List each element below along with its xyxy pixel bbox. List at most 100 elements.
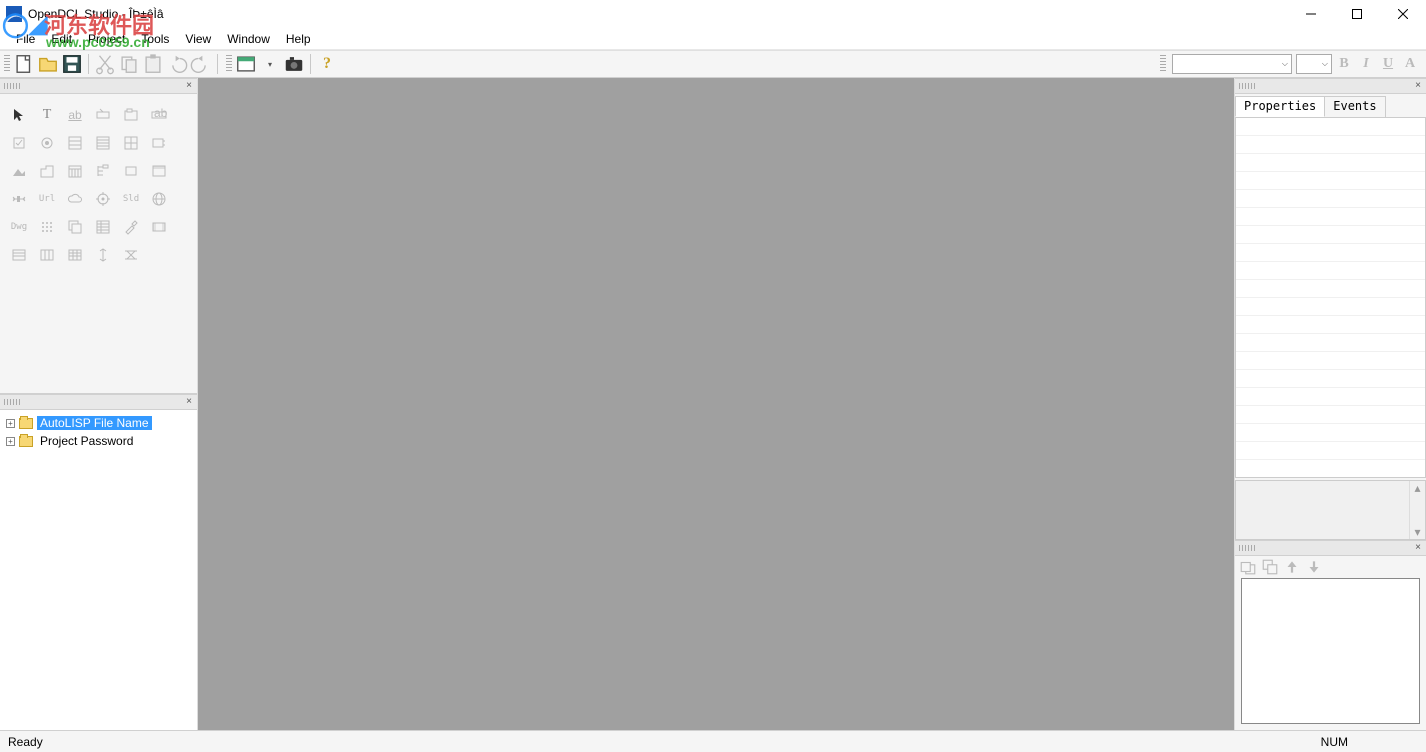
property-row[interactable] xyxy=(1236,370,1425,388)
property-row[interactable] xyxy=(1236,424,1425,442)
tool-hammer[interactable] xyxy=(118,214,144,240)
property-row[interactable] xyxy=(1236,118,1425,136)
tool-text[interactable]: T xyxy=(34,102,60,128)
menu-file[interactable]: File xyxy=(8,30,43,48)
menu-view[interactable]: View xyxy=(177,30,219,48)
tree-close-button[interactable]: × xyxy=(183,397,195,407)
help-button[interactable]: ? xyxy=(316,53,338,75)
tool-grid[interactable] xyxy=(118,130,144,156)
tool-align-v[interactable] xyxy=(90,242,116,268)
tool-calendar[interactable] xyxy=(62,158,88,184)
menu-edit[interactable]: Edit xyxy=(43,30,80,48)
menu-window[interactable]: Window xyxy=(219,30,278,48)
tool-tab[interactable] xyxy=(34,158,60,184)
tool-image[interactable] xyxy=(6,158,32,184)
tool-textbox[interactable]: ab xyxy=(146,102,172,128)
tool-checkbox[interactable] xyxy=(6,130,32,156)
mdi-workspace[interactable] xyxy=(198,78,1234,730)
tree-item-password[interactable]: + Project Password xyxy=(2,432,195,450)
tool-groupbox[interactable] xyxy=(118,102,144,128)
preview-tool-down[interactable] xyxy=(1305,558,1323,576)
property-row[interactable] xyxy=(1236,244,1425,262)
tree-body[interactable]: + AutoLISP File Name + Project Password xyxy=(0,410,197,730)
property-row[interactable] xyxy=(1236,406,1425,424)
property-row[interactable] xyxy=(1236,172,1425,190)
property-row[interactable] xyxy=(1236,298,1425,316)
menu-project[interactable]: Project xyxy=(80,30,133,48)
text-color-button[interactable]: A xyxy=(1400,54,1420,74)
property-row[interactable] xyxy=(1236,280,1425,298)
property-row[interactable] xyxy=(1236,334,1425,352)
panel-gripper-icon[interactable] xyxy=(1239,545,1257,551)
property-row[interactable] xyxy=(1236,442,1425,460)
minimize-button[interactable] xyxy=(1288,0,1334,28)
panel-gripper-icon[interactable] xyxy=(1239,83,1257,89)
tab-properties[interactable]: Properties xyxy=(1235,96,1325,117)
tool-globe[interactable] xyxy=(146,186,172,212)
font-name-combo[interactable]: ⌵ xyxy=(1172,54,1292,74)
tool-cloud[interactable] xyxy=(62,186,88,212)
tool-table1[interactable] xyxy=(6,242,32,268)
toolbar-gripper-icon[interactable] xyxy=(1160,55,1166,73)
property-row[interactable] xyxy=(1236,154,1425,172)
tool-frame[interactable] xyxy=(146,130,172,156)
toolbar-gripper-icon[interactable] xyxy=(226,55,232,73)
maximize-button[interactable] xyxy=(1334,0,1380,28)
italic-button[interactable]: I xyxy=(1356,54,1376,74)
tool-table2[interactable] xyxy=(34,242,60,268)
form-window-button[interactable] xyxy=(235,53,257,75)
tool-radio[interactable] xyxy=(34,130,60,156)
tool-tree[interactable] xyxy=(90,158,116,184)
preview-canvas[interactable] xyxy=(1241,578,1420,724)
property-row[interactable] xyxy=(1236,136,1425,154)
menu-help[interactable]: Help xyxy=(278,30,319,48)
tool-grid-dots[interactable] xyxy=(34,214,60,240)
property-row[interactable] xyxy=(1236,190,1425,208)
tool-dwg[interactable]: Dwg xyxy=(6,214,32,240)
panel-gripper-icon[interactable] xyxy=(4,83,22,89)
close-button[interactable] xyxy=(1380,0,1426,28)
expand-icon[interactable]: + xyxy=(6,437,15,446)
property-row[interactable] xyxy=(1236,226,1425,244)
property-row[interactable] xyxy=(1236,208,1425,226)
tool-button[interactable] xyxy=(90,102,116,128)
menu-tools[interactable]: Tools xyxy=(133,30,177,48)
save-button[interactable] xyxy=(61,53,83,75)
preview-tool-1[interactable] xyxy=(1239,558,1257,576)
expand-icon[interactable]: + xyxy=(6,419,15,428)
tool-props[interactable] xyxy=(90,214,116,240)
desc-scrollbar[interactable]: ▴▾ xyxy=(1409,481,1425,539)
property-row[interactable] xyxy=(1236,352,1425,370)
panel-gripper-icon[interactable] xyxy=(4,399,22,405)
property-row[interactable] xyxy=(1236,262,1425,280)
properties-grid[interactable] xyxy=(1235,118,1426,478)
tool-rect[interactable] xyxy=(118,158,144,184)
tool-url[interactable]: Url xyxy=(34,186,60,212)
new-file-button[interactable] xyxy=(13,53,35,75)
tree-item-autolisp[interactable]: + AutoLISP File Name xyxy=(2,414,195,432)
bold-button[interactable]: B xyxy=(1334,54,1354,74)
props-close-button[interactable]: × xyxy=(1412,81,1424,91)
tool-slider-h[interactable] xyxy=(6,186,32,212)
open-button[interactable] xyxy=(37,53,59,75)
tool-panel[interactable] xyxy=(146,158,172,184)
tab-events[interactable]: Events xyxy=(1324,96,1385,117)
tool-combobox[interactable] xyxy=(90,130,116,156)
tool-label[interactable]: ab xyxy=(62,102,88,128)
tool-layers[interactable] xyxy=(62,214,88,240)
tool-table3[interactable] xyxy=(62,242,88,268)
tool-options[interactable] xyxy=(90,186,116,212)
toolbar-gripper-icon[interactable] xyxy=(4,55,10,73)
preview-tool-up[interactable] xyxy=(1283,558,1301,576)
tool-align-h[interactable] xyxy=(118,242,144,268)
preview-tool-2[interactable] xyxy=(1261,558,1279,576)
property-row[interactable] xyxy=(1236,388,1425,406)
tool-slide[interactable]: Sld xyxy=(118,186,144,212)
property-row[interactable] xyxy=(1236,316,1425,334)
toolbox-close-button[interactable]: × xyxy=(183,81,195,91)
tool-media[interactable] xyxy=(146,214,172,240)
preview-close-button[interactable]: × xyxy=(1412,543,1424,553)
font-size-combo[interactable]: ⌵ xyxy=(1296,54,1332,74)
snapshot-button[interactable] xyxy=(283,53,305,75)
underline-button[interactable]: U xyxy=(1378,54,1398,74)
